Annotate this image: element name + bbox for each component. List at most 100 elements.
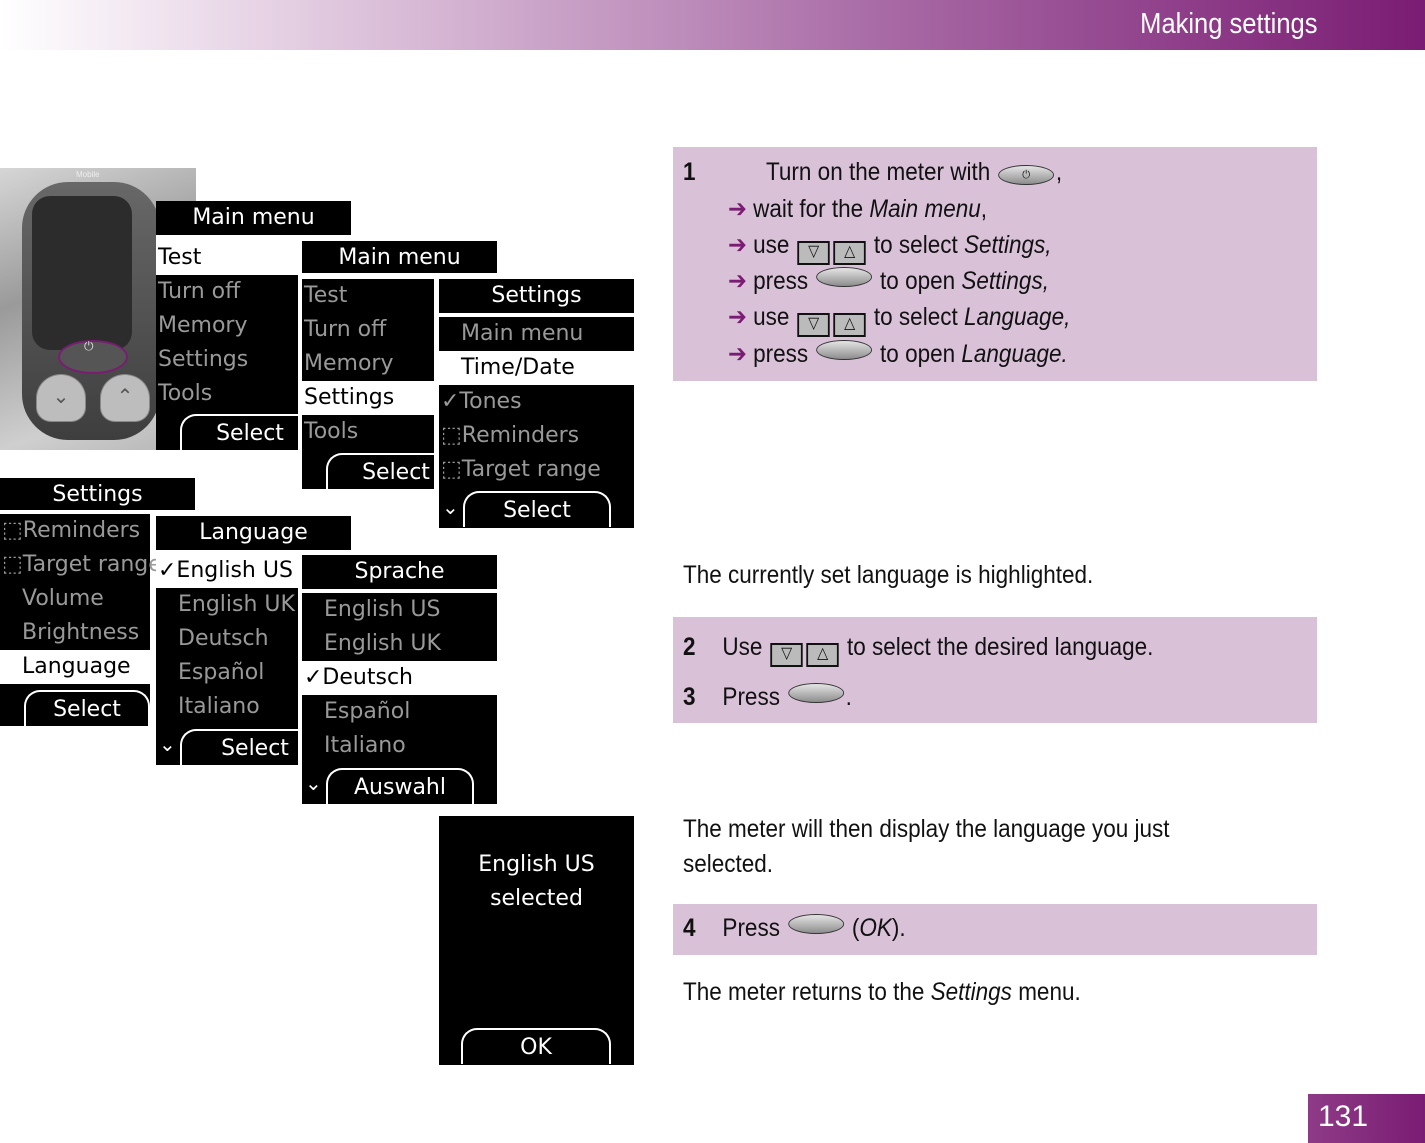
up-button-icon: △ xyxy=(833,313,866,337)
step-text: use xyxy=(753,303,790,331)
step-number: 2 xyxy=(683,633,696,661)
screen-language-selected: English US selected OK xyxy=(439,816,634,1065)
step-number: 1 xyxy=(683,158,696,186)
step-text: Press xyxy=(722,683,780,711)
device-brand: Mobile xyxy=(76,170,100,179)
up-button-icon: △ xyxy=(806,643,839,667)
step-em: Settings xyxy=(930,978,1012,1006)
menu-item: Memory xyxy=(304,351,394,376)
select-button-icon xyxy=(816,340,872,360)
select-softkey: Select xyxy=(180,414,320,450)
chevron-down-icon: ⌄ xyxy=(159,732,176,756)
screen-title: Main menu xyxy=(156,201,351,235)
menu-item: Volume xyxy=(22,586,104,611)
step-text: The meter returns to the xyxy=(683,978,925,1006)
note-highlighted: The currently set language is highlighte… xyxy=(683,561,1094,589)
step-text: , xyxy=(1055,158,1063,186)
menu-item: Italiano xyxy=(324,733,406,758)
select-softkey: Select xyxy=(24,690,150,726)
menu-item: ✓English US xyxy=(156,554,298,588)
menu-item: ⬚Target range xyxy=(2,552,162,577)
step-text: to select xyxy=(873,303,958,331)
menu-item: Language xyxy=(0,650,150,684)
chevron-down-icon: ⌄ xyxy=(442,495,459,519)
confirm-line-2: selected xyxy=(490,886,583,911)
arrow-icon: ➔ xyxy=(728,231,747,259)
down-button-icon: ▽ xyxy=(797,241,830,265)
menu-item: ✓Tones xyxy=(441,389,522,414)
menu-item: Turn off xyxy=(304,317,387,342)
arrow-icon: ➔ xyxy=(728,303,747,331)
select-button-icon xyxy=(788,683,844,703)
step-text: Turn on the meter with xyxy=(766,158,991,186)
step-2: 2 Use ▽ △ to select the desired language. xyxy=(683,633,1153,667)
menu-item: Italiano xyxy=(178,694,260,719)
power-button-icon: ⏻ xyxy=(998,165,1055,185)
ok-softkey: OK xyxy=(461,1028,611,1064)
menu-item: ⬚Reminders xyxy=(441,423,580,448)
step-text: to open xyxy=(880,340,956,368)
step-1-line-6: ➔ press to open Language. xyxy=(728,339,1068,369)
note-returns: The meter returns to the Settings menu. xyxy=(683,978,1081,1007)
chevron-down-icon: ⌄ xyxy=(305,771,322,795)
confirm-line-1: English US xyxy=(478,852,595,877)
step-text: Use xyxy=(722,633,763,661)
step-1-line-5: ➔ use ▽ △ to select Language, xyxy=(728,302,1070,337)
down-button-icon: ▽ xyxy=(797,313,830,337)
menu-item: Turn off xyxy=(158,279,241,304)
menu-item: ✓Deutsch xyxy=(302,661,497,695)
menu-item: Test xyxy=(304,283,348,308)
menu-item: Tools xyxy=(304,419,359,444)
step-text: use xyxy=(753,231,790,259)
arrow-icon: ➔ xyxy=(728,195,747,223)
menu-item: Tools xyxy=(158,381,213,406)
note-display-line-2: selected. xyxy=(683,850,774,878)
menu-item: English US xyxy=(324,597,441,622)
step-text: press xyxy=(753,267,809,295)
step-em: Settings, xyxy=(961,267,1049,295)
step-text: press xyxy=(753,340,809,368)
step-text: to select the desired language. xyxy=(846,633,1154,661)
page-number: 131 xyxy=(1318,1100,1369,1133)
step-1-line-4: ➔ press to open Settings, xyxy=(728,266,1049,296)
device-down-button: ⌄ xyxy=(36,374,86,422)
step-em: Language. xyxy=(961,340,1068,368)
power-icon: ⏻ xyxy=(84,339,94,353)
step-number: 4 xyxy=(683,914,696,942)
menu-item: Test xyxy=(156,241,298,275)
select-softkey: Select xyxy=(463,491,611,527)
step-number: 3 xyxy=(683,683,696,711)
down-button-icon: ▽ xyxy=(770,643,803,667)
menu-item: Main menu xyxy=(461,321,584,346)
step-em: Settings, xyxy=(963,231,1052,259)
menu-item: Deutsch xyxy=(178,626,269,651)
step-1-line-2: ➔ wait for the Main menu, xyxy=(728,194,987,224)
auswahl-softkey: Auswahl xyxy=(326,768,474,804)
menu-item: ⬚Reminders xyxy=(2,518,141,543)
menu-item: Settings xyxy=(158,347,249,372)
step-text: to open xyxy=(880,267,956,295)
step-em: Main menu xyxy=(869,195,981,223)
menu-item: Español xyxy=(324,699,411,724)
arrow-icon: ➔ xyxy=(728,267,747,295)
step-1-line-1: Turn on the meter with ⏻, xyxy=(766,158,1062,187)
menu-item: ⬚Target range xyxy=(441,457,601,482)
step-text: , xyxy=(980,195,987,223)
step-text: wait for the xyxy=(753,195,864,223)
menu-item: Brightness xyxy=(22,620,140,645)
menu-item: English UK xyxy=(324,631,441,656)
select-button-icon xyxy=(788,914,844,934)
screen-title: Main menu xyxy=(302,241,497,273)
screen-title: Sprache xyxy=(302,555,497,589)
page-number-badge: 131 xyxy=(1308,1094,1425,1143)
device-display xyxy=(32,196,132,350)
device-up-button: ⌃ xyxy=(100,374,150,422)
screen-settings-1: Settings Main menu Time/Date ✓Tones ⬚Rem… xyxy=(439,279,634,528)
step-text: to select xyxy=(873,231,958,259)
menu-item: Settings xyxy=(302,381,434,415)
header-title: Making settings xyxy=(1139,8,1317,40)
step-text: menu. xyxy=(1018,978,1081,1006)
step-text: Press xyxy=(722,914,780,942)
select-button-icon xyxy=(816,267,872,287)
step-em: Language, xyxy=(963,303,1071,331)
